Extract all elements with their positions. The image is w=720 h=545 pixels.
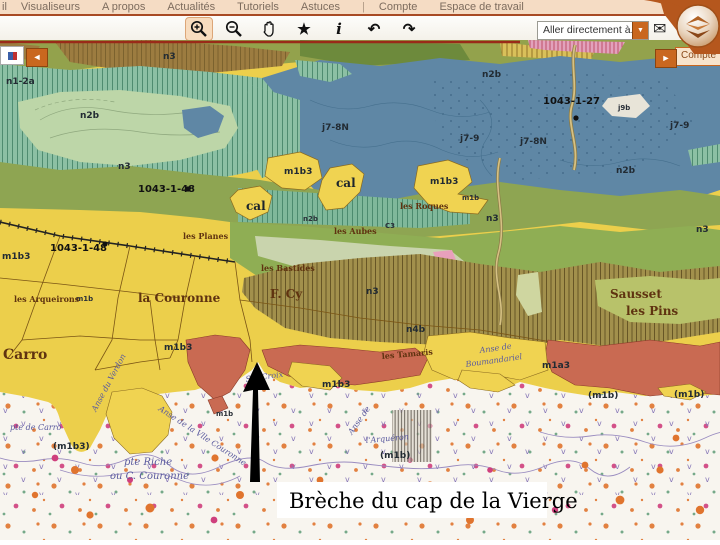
- map-label: Carro: [3, 347, 47, 363]
- zoom-out-icon: [224, 19, 244, 39]
- map-label: (m1b3): [53, 442, 90, 452]
- info-icon: i: [336, 22, 342, 37]
- map-label: n2b: [482, 70, 502, 80]
- map-label: (m1b): [674, 390, 704, 400]
- left-panel-chip[interactable]: [0, 46, 24, 65]
- pan-hand-icon: [259, 19, 279, 39]
- map-label: n1-2a: [6, 77, 35, 87]
- map-label: les Roques: [400, 201, 449, 211]
- tool-group: ★ i ↶ ↷: [185, 17, 430, 41]
- menu-item-actualités[interactable]: Actualités: [167, 1, 215, 13]
- map-label: la Couronne: [138, 291, 221, 305]
- map-label: 1043-1-27: [543, 96, 600, 107]
- map-label: n2b: [80, 111, 100, 121]
- goto-dropdown[interactable]: Aller directement à... ▼: [537, 21, 649, 40]
- map-label: les Planes: [183, 231, 229, 241]
- map-label: pte Riche: [124, 457, 172, 468]
- map-label: pte de Carro: [10, 423, 62, 432]
- menu-item-visualiseurs[interactable]: Visualiseurs: [21, 1, 80, 13]
- map-label: cal: [336, 176, 356, 190]
- map-label: les Arqueirons: [14, 294, 80, 304]
- redo-button[interactable]: ↷: [395, 17, 423, 41]
- map-label: j7-8N: [519, 137, 547, 147]
- menu-separator: |: [362, 1, 365, 13]
- map-label: cal: [246, 199, 266, 213]
- select-area-icon: ★: [297, 22, 310, 37]
- map-label: 1043-1-48: [50, 243, 107, 254]
- map-label: n4b: [406, 325, 426, 335]
- map-label: Sausset: [610, 287, 662, 301]
- goto-dropdown-label: Aller directement à...: [538, 22, 632, 39]
- map-label: j9b: [617, 104, 630, 112]
- geologic-map-viewport[interactable]: v v: [0, 40, 720, 540]
- menu-item-compte[interactable]: Compte: [379, 1, 418, 13]
- map-label: m1b3: [284, 167, 312, 177]
- map-label: les Pins: [626, 304, 678, 318]
- map-label: m1b3: [164, 343, 192, 353]
- map-label: les Bastides: [261, 263, 315, 273]
- map-label: F. Cy: [270, 287, 303, 301]
- map-label: C3: [385, 222, 395, 230]
- map-label: 1043-1-48: [138, 184, 195, 195]
- zoom-out-button[interactable]: [220, 17, 248, 41]
- undo-button[interactable]: ↶: [360, 17, 388, 41]
- collapse-left-button[interactable]: ◄: [26, 48, 48, 67]
- map-label: j7-8N: [321, 123, 349, 133]
- redo-icon: ↷: [403, 22, 416, 37]
- svg-text:Brèche du cap de la Vierge: Brèche du cap de la Vierge: [289, 489, 578, 513]
- menu-item-astuces[interactable]: Astuces: [301, 1, 340, 13]
- map-label: n3: [366, 287, 379, 297]
- map-label: m1b3: [2, 252, 30, 262]
- map-label: m1b: [462, 194, 479, 202]
- menu-item-tutoriels[interactable]: Tutoriels: [237, 1, 279, 13]
- menu-item-a-propos[interactable]: A propos: [102, 1, 145, 13]
- map-label: m1a3: [542, 361, 570, 371]
- map-label: n2b: [303, 215, 318, 223]
- zoom-in-icon: [189, 19, 209, 39]
- map-label: j7-9: [459, 134, 479, 144]
- map-label: m1b3: [430, 177, 458, 187]
- map-label: m1b3: [322, 380, 350, 390]
- menu-bar: il Visualiseurs A propos Actualités Tutoriel…: [0, 0, 720, 16]
- toolbar: ★i↶↷ Aller directement à... ▼ ✉: [0, 16, 720, 40]
- pan-hand-button[interactable]: [255, 17, 283, 41]
- map-label: (m1b): [380, 451, 410, 461]
- menu-item-espace-de-travail[interactable]: Espace de travail: [439, 1, 523, 13]
- info-button[interactable]: i: [325, 17, 353, 41]
- map-label: m1b: [216, 410, 233, 418]
- undo-icon: ↶: [368, 22, 381, 37]
- map-label: (m1b): [588, 391, 618, 401]
- layer-icon: [8, 52, 17, 60]
- map-label: n3: [696, 225, 709, 235]
- annotation-caption: Brèche du cap de la Vierge: [277, 482, 578, 518]
- select-area-button[interactable]: ★: [290, 17, 318, 41]
- map-label: n2b: [616, 166, 636, 176]
- map-label: ou C. Couronne: [110, 471, 189, 482]
- menu-item-il[interactable]: il: [2, 1, 7, 13]
- map-label: les Aubes: [334, 226, 377, 236]
- map-label: j7-9: [669, 121, 689, 131]
- map-label: n3: [486, 214, 499, 224]
- brand-logo[interactable]: [634, 0, 720, 54]
- zoom-in-button[interactable]: [185, 17, 213, 41]
- map-label: n3: [118, 162, 131, 172]
- map-label: n3: [163, 52, 176, 62]
